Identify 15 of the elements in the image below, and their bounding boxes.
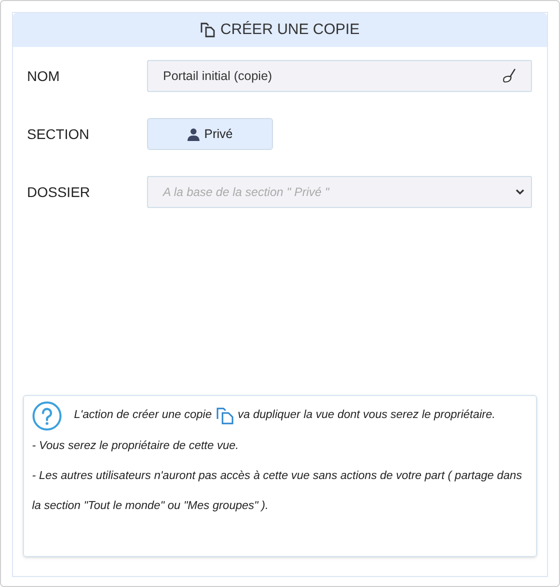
chevron-down-icon bbox=[515, 188, 525, 196]
info-text: L'action de créer une copie bbox=[74, 408, 212, 424]
info-text: - Les autres utilisateurs n'auront pas accès à cette vue sans actions de votre part ( partage dans la section "Tout le monde" ou "Mes groupes" ). bbox=[32, 469, 523, 514]
help-icon bbox=[32, 401, 62, 431]
copy-icon bbox=[200, 22, 216, 38]
field-label: SECTION bbox=[27, 124, 90, 144]
field-label: NOM bbox=[27, 66, 61, 86]
user-icon bbox=[187, 128, 200, 140]
section-button[interactable]: Privé bbox=[147, 118, 273, 150]
dialog-title: CRÉER UNE COPIE bbox=[220, 20, 360, 40]
field-label: DOSSIER bbox=[27, 182, 92, 202]
copy-icon bbox=[216, 407, 234, 425]
info-text: - Vous serez le propriétaire de cette vue. bbox=[32, 439, 240, 454]
name-field[interactable]: Portail initial (copie) bbox=[147, 60, 532, 92]
info-text: va dupliquer la vue dont vous serez le propriétaire. bbox=[238, 408, 496, 424]
